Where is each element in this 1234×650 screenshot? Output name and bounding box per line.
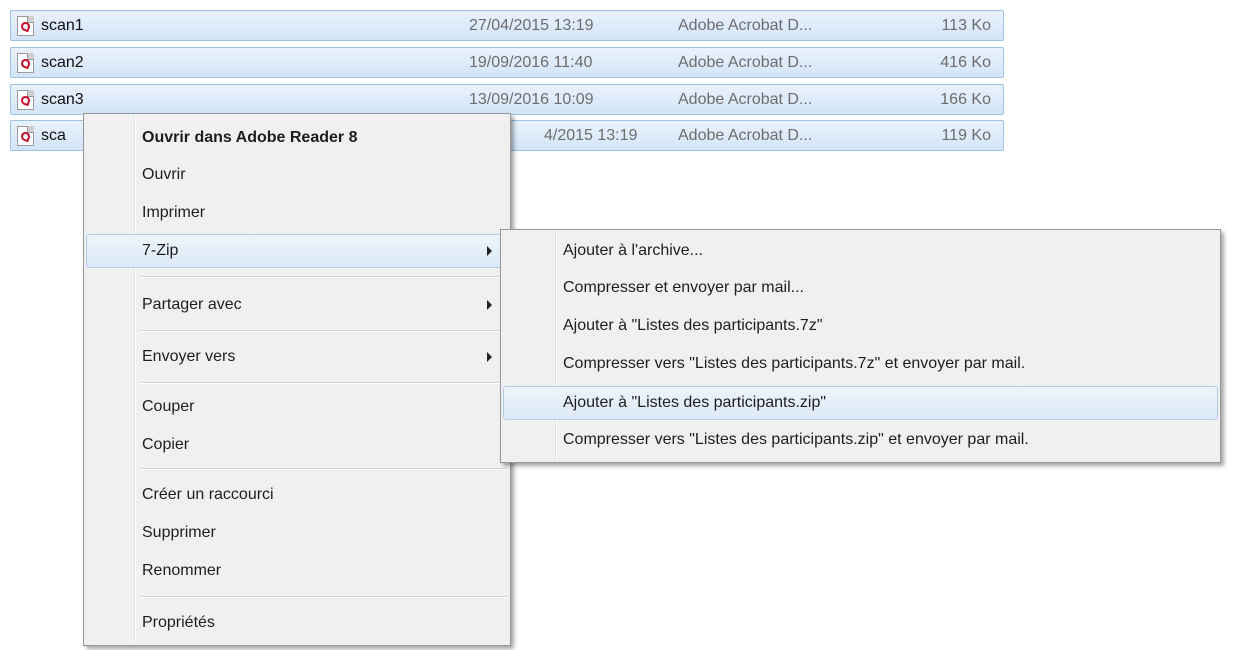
- file-type: Adobe Acrobat D...: [678, 17, 813, 34]
- menu-separator: [140, 468, 507, 470]
- menu-item-rename[interactable]: Renommer: [86, 554, 508, 588]
- file-name: scan1: [41, 17, 84, 34]
- menu-separator: [140, 382, 507, 384]
- pdf-icon: [17, 16, 34, 36]
- submenu-arrow-icon: [487, 300, 492, 310]
- menu-separator: [140, 330, 507, 332]
- file-row-scan3[interactable]: scan3 13/09/2016 10:09 Adobe Acrobat D..…: [10, 84, 1004, 115]
- file-type: Adobe Acrobat D...: [678, 127, 813, 144]
- menu-item-7zip[interactable]: 7-Zip: [86, 234, 508, 268]
- menu-separator: [140, 276, 507, 278]
- menu-item-label: 7-Zip: [142, 242, 179, 259]
- submenu-item-compress-zip-and-email[interactable]: Compresser vers "Listes des participants…: [503, 423, 1218, 457]
- file-name: sca: [41, 127, 66, 144]
- menu-item-label: Partager avec: [142, 296, 242, 313]
- menu-item-open[interactable]: Ouvrir: [86, 158, 508, 192]
- file-date: 4/2015 13:19: [544, 127, 638, 144]
- file-date: 13/09/2016 10:09: [469, 91, 594, 108]
- menu-item-cut[interactable]: Couper: [86, 390, 508, 424]
- pdf-icon: [17, 126, 34, 146]
- menu-separator: [140, 596, 507, 598]
- menu-item-create-shortcut[interactable]: Créer un raccourci: [86, 478, 508, 512]
- file-size: 416 Ko: [940, 54, 991, 71]
- file-row-scan1[interactable]: scan1 27/04/2015 13:19 Adobe Acrobat D..…: [10, 10, 1004, 41]
- menu-item-delete[interactable]: Supprimer: [86, 516, 508, 550]
- menu-item-print[interactable]: Imprimer: [86, 196, 508, 230]
- file-name: scan2: [41, 54, 84, 71]
- submenu-item-add-to-7z[interactable]: Ajouter à "Listes des participants.7z": [503, 309, 1218, 343]
- menu-item-properties[interactable]: Propriétés: [86, 606, 508, 640]
- pdf-icon: [17, 90, 34, 110]
- file-size: 113 Ko: [941, 17, 991, 34]
- file-size: 119 Ko: [941, 127, 991, 144]
- menu-item-open-adobe-reader[interactable]: Ouvrir dans Adobe Reader 8: [86, 121, 508, 155]
- submenu-arrow-icon: [487, 246, 492, 256]
- file-size: 166 Ko: [940, 91, 991, 108]
- file-date: 27/04/2015 13:19: [469, 17, 594, 34]
- file-name: scan3: [41, 91, 84, 108]
- submenu-7zip: Ajouter à l'archive... Compresser et env…: [500, 229, 1221, 463]
- file-type: Adobe Acrobat D...: [678, 54, 813, 71]
- menu-item-copy[interactable]: Copier: [86, 428, 508, 462]
- pdf-icon: [17, 53, 34, 73]
- file-date: 19/09/2016 11:40: [469, 54, 593, 71]
- submenu-arrow-icon: [487, 352, 492, 362]
- submenu-item-add-to-zip[interactable]: Ajouter à "Listes des participants.zip": [503, 386, 1218, 420]
- file-row-scan2[interactable]: scan2 19/09/2016 11:40 Adobe Acrobat D..…: [10, 47, 1004, 78]
- submenu-item-compress-7z-and-email[interactable]: Compresser vers "Listes des participants…: [503, 347, 1218, 381]
- menu-item-share-with[interactable]: Partager avec: [86, 288, 508, 322]
- submenu-item-add-to-archive[interactable]: Ajouter à l'archive...: [503, 234, 1218, 268]
- menu-item-label: Envoyer vers: [142, 348, 236, 365]
- menu-item-send-to[interactable]: Envoyer vers: [86, 340, 508, 374]
- context-menu: Ouvrir dans Adobe Reader 8 Ouvrir Imprim…: [83, 113, 511, 646]
- submenu-item-compress-and-email[interactable]: Compresser et envoyer par mail...: [503, 271, 1218, 305]
- file-type: Adobe Acrobat D...: [678, 91, 813, 108]
